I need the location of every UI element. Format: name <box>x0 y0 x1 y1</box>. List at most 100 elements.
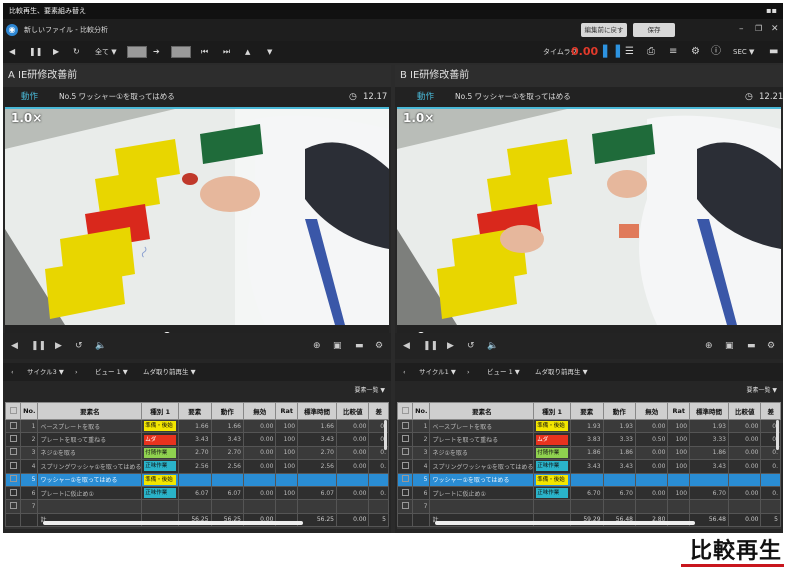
column-header[interactable]: 要素名 <box>37 402 143 420</box>
row-checkbox-cell[interactable] <box>397 418 414 434</box>
column-header[interactable]: 標準時間 <box>689 402 729 420</box>
down-icon[interactable]: ▼ <box>267 41 272 63</box>
unit-select[interactable]: SEC ▼ <box>733 41 754 63</box>
row-checkbox-cell[interactable] <box>5 499 22 514</box>
pause-icon[interactable]: ❚❚ <box>31 333 46 359</box>
row-checkbox-cell[interactable] <box>397 472 414 487</box>
select-all-header[interactable] <box>397 402 414 420</box>
replay-icon[interactable]: ↺ <box>75 333 83 359</box>
row-checkbox[interactable] <box>401 435 409 443</box>
table-row[interactable]: 1ベースプレートを取る準備・後始1.931.930.001001.930.000… <box>397 418 781 434</box>
row-checkbox-cell[interactable] <box>397 432 414 447</box>
row-checkbox[interactable] <box>9 475 17 483</box>
skip-end-icon[interactable]: ⏭ <box>223 41 230 63</box>
table-row[interactable]: 5 ワッシャー①を取ってはめる 準備・後始 <box>5 472 389 487</box>
minimize-icon[interactable]: – <box>739 22 744 36</box>
print-icon[interactable]: ⎙ <box>647 41 655 63</box>
column-header[interactable]: 種別 1 <box>533 402 572 420</box>
column-header[interactable]: 無効 <box>634 402 669 420</box>
cycle-prev-icon[interactable]: ‹ <box>403 363 406 381</box>
table-hscrollbar[interactable] <box>43 521 303 525</box>
row-checkbox-cell[interactable] <box>397 445 414 461</box>
seek-bar[interactable] <box>397 325 781 340</box>
row-checkbox[interactable] <box>9 461 17 469</box>
folder-icon[interactable]: ▬ <box>769 41 778 63</box>
view-select[interactable]: ビュー 1 ▼ <box>487 363 520 381</box>
zoom-icon[interactable]: ⊕ <box>313 333 321 359</box>
video-frame[interactable]: ～ 1.0× <box>5 107 389 325</box>
table-hscrollbar[interactable] <box>435 521 695 525</box>
folder-icon[interactable]: ▬ <box>355 333 364 359</box>
split-view-icon[interactable]: ▌▐ <box>603 41 620 63</box>
skip-start-icon[interactable]: ⏮ <box>201 41 208 63</box>
reset-button[interactable]: 編集前に戻す <box>581 23 627 37</box>
video-frame[interactable]: 1.0× <box>397 107 781 325</box>
table-row[interactable]: 1ベースプレートを取る準備・後始1.661.660.001001.660.000… <box>5 418 389 434</box>
table-row[interactable]: 2プレートを取って重ねるムダ3.833.330.501003.330.000. <box>397 432 781 447</box>
row-checkbox-cell[interactable] <box>397 499 414 514</box>
save-button[interactable]: 保存 <box>633 23 675 37</box>
column-header[interactable]: 要素 <box>570 402 604 420</box>
table-row[interactable]: 6 プレートに仮止め① 正味作業 6.07 6.07 0.00 100 6.07 0.00 0. <box>5 485 389 501</box>
select-all-checkbox[interactable] <box>401 406 409 414</box>
restore-icon[interactable]: ❐ <box>755 22 762 36</box>
play-icon[interactable]: ▶ <box>447 333 454 359</box>
table-row[interactable]: 4 スプリングワッシャ①を取ってはめる 正味作業 2.56 2.56 0.00 100 2.5… <box>5 459 389 474</box>
prev-frame-icon[interactable]: ◀ <box>9 41 15 63</box>
table-row[interactable]: 3 ネジ①を取る 付随作業 1.86 1.86 0.00 100 1.86 0.00 0. <box>397 445 781 461</box>
table-row[interactable]: 3 ネジ①を取る 付随作業 2.70 2.70 0.00 100 2.70 0.00 0. <box>5 445 389 461</box>
range-select[interactable]: 全て ▼ <box>95 41 117 63</box>
table-row[interactable]: 7 <box>5 499 389 514</box>
prev-icon[interactable]: ◀ <box>11 333 18 359</box>
end-input[interactable] <box>171 46 191 58</box>
column-header[interactable]: No. <box>20 402 39 420</box>
row-checkbox[interactable] <box>401 461 409 469</box>
column-header[interactable]: 要素名 <box>429 402 535 420</box>
column-header[interactable]: No. <box>412 402 431 420</box>
prev-icon[interactable]: ◀ <box>403 333 410 359</box>
view-select[interactable]: ビュー 1 ▼ <box>95 363 128 381</box>
table-row[interactable]: 6 プレートに仮止め① 正味作業 6.70 6.70 0.00 100 6.70 0.00 0. <box>397 485 781 501</box>
elements-select[interactable]: 要素一覧 ▼ <box>354 381 385 401</box>
row-checkbox[interactable] <box>9 448 17 456</box>
gear-icon[interactable]: ⚙ <box>375 333 383 359</box>
pause-icon[interactable]: ❚❚ <box>29 41 42 63</box>
zoom-icon[interactable]: ⊕ <box>705 333 713 359</box>
column-header[interactable]: 無効 <box>242 402 277 420</box>
select-all-checkbox[interactable] <box>9 406 17 414</box>
folder-icon[interactable]: ▬ <box>747 333 756 359</box>
row-checkbox-cell[interactable] <box>5 418 22 434</box>
row-checkbox[interactable] <box>401 502 409 510</box>
muda-select[interactable]: ムダ取り前再生 ▼ <box>535 363 588 381</box>
row-checkbox-cell[interactable] <box>5 445 22 461</box>
list-icon[interactable]: ≡ <box>669 41 677 63</box>
column-header[interactable]: 動作 <box>602 402 636 420</box>
column-header[interactable]: 比較値 <box>335 402 370 420</box>
replay-icon[interactable]: ↺ <box>467 333 475 359</box>
row-checkbox[interactable] <box>401 475 409 483</box>
column-header[interactable]: 標準時間 <box>297 402 337 420</box>
cycle-next-icon[interactable]: › <box>467 363 470 381</box>
gear-icon[interactable]: ⚙ <box>691 41 700 63</box>
play-icon[interactable]: ▶ <box>53 41 59 63</box>
muda-select[interactable]: ムダ取り前再生 ▼ <box>143 363 196 381</box>
row-checkbox-cell[interactable] <box>397 485 414 501</box>
row-checkbox-cell[interactable] <box>5 485 22 501</box>
cycle-select[interactable]: サイクル1 ▼ <box>419 363 456 381</box>
cycle-select[interactable]: サイクル3 ▼ <box>27 363 64 381</box>
elements-select[interactable]: 要素一覧 ▼ <box>746 381 777 401</box>
row-checkbox[interactable] <box>401 421 409 429</box>
row-checkbox-cell[interactable] <box>5 432 22 447</box>
row-checkbox[interactable] <box>9 488 17 496</box>
close-icon[interactable]: ✕ <box>771 22 779 36</box>
table-row[interactable]: 2プレートを取って重ねるムダ3.433.430.001003.430.000. <box>5 432 389 447</box>
row-checkbox[interactable] <box>401 448 409 456</box>
play-icon[interactable]: ▶ <box>55 333 62 359</box>
column-header[interactable]: 要素 <box>178 402 212 420</box>
pause-icon[interactable]: ❚❚ <box>423 333 438 359</box>
volume-icon[interactable]: 🔈 <box>487 333 498 359</box>
row-checkbox[interactable] <box>9 435 17 443</box>
tab-motion[interactable]: 動作 <box>21 87 38 107</box>
gear-icon[interactable]: ⚙ <box>767 333 775 359</box>
column-header[interactable]: 差 <box>760 402 781 420</box>
